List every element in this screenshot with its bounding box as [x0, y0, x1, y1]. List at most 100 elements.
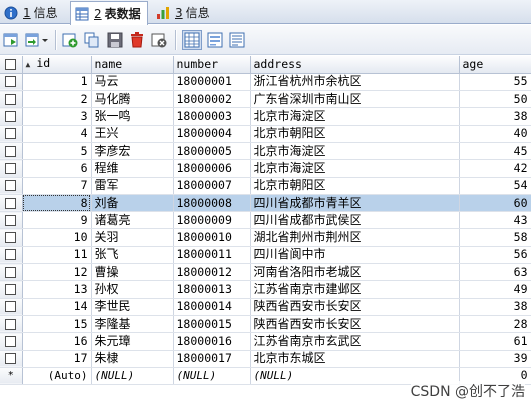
table-row[interactable]: 7 雷军 18000007 北京市朝阳区 54: [0, 177, 531, 195]
row-checkbox[interactable]: [0, 280, 23, 299]
cell-age[interactable]: 56: [459, 246, 531, 265]
cell-number[interactable]: 18000017: [173, 350, 251, 368]
cell-age[interactable]: 60: [459, 194, 531, 213]
grid-view-icon[interactable]: [182, 30, 202, 50]
cell-address[interactable]: 陕西省西安市长安区: [250, 315, 460, 334]
cell-name[interactable]: 张飞: [91, 246, 174, 265]
cell-age[interactable]: 61: [459, 332, 531, 351]
row-checkbox[interactable]: [0, 159, 23, 178]
cell-id[interactable]: 15: [22, 315, 92, 334]
add-row-icon[interactable]: [61, 31, 79, 49]
cell-id[interactable]: 8: [22, 194, 92, 213]
tab-info-2[interactable]: 3 信息: [152, 1, 216, 24]
cell-number[interactable]: 18000010: [173, 228, 251, 247]
cell-address[interactable]: 北京市海淀区: [250, 107, 460, 126]
cell-name[interactable]: 张一鸣: [91, 107, 174, 126]
cell-address[interactable]: 浙江省杭州市余杭区: [250, 73, 460, 92]
cell-number[interactable]: 18000011: [173, 246, 251, 265]
cell-id[interactable]: 5: [22, 142, 92, 161]
cell-name[interactable]: 程维: [91, 159, 174, 178]
column-header-name[interactable]: name: [91, 56, 174, 74]
row-checkbox[interactable]: [0, 142, 23, 161]
export-grid-icon[interactable]: [2, 31, 20, 49]
cell-age[interactable]: 38: [459, 107, 531, 126]
cell-number[interactable]: 18000015: [173, 315, 251, 334]
cell-address[interactable]: 北京市海淀区: [250, 159, 460, 178]
table-row[interactable]: 6 程维 18000006 北京市海淀区 42: [0, 159, 531, 178]
cell-age[interactable]: 43: [459, 211, 531, 230]
cell-name[interactable]: (NULL): [91, 367, 174, 386]
cell-id[interactable]: 2: [22, 90, 92, 109]
cell-number[interactable]: 18000003: [173, 107, 251, 126]
chevron-down-icon[interactable]: [40, 31, 50, 49]
table-row[interactable]: 11 张飞 18000011 四川省阆中市 56: [0, 246, 531, 265]
cell-age[interactable]: 49: [459, 280, 531, 299]
form-view-icon[interactable]: [206, 31, 224, 49]
row-checkbox[interactable]: [0, 332, 23, 351]
cell-number[interactable]: 18000016: [173, 332, 251, 351]
cell-address[interactable]: 北京市东城区: [250, 350, 460, 368]
cell-age[interactable]: 28: [459, 315, 531, 334]
cell-id[interactable]: 16: [22, 332, 92, 351]
tab-table-data[interactable]: 2 表数据: [70, 1, 148, 25]
cell-number[interactable]: 18000008: [173, 194, 251, 213]
row-checkbox[interactable]: [0, 228, 23, 247]
table-row[interactable]: 1 马云 18000001 浙江省杭州市余杭区 55: [0, 73, 531, 92]
cell-number[interactable]: (NULL): [173, 367, 251, 386]
table-row[interactable]: 17 朱棣 18000017 北京市东城区 39: [0, 350, 531, 368]
cell-id[interactable]: 12: [22, 263, 92, 282]
cell-name[interactable]: 李彦宏: [91, 142, 174, 161]
column-header-number[interactable]: number: [173, 56, 251, 74]
row-checkbox[interactable]: [0, 298, 23, 316]
cell-number[interactable]: 18000004: [173, 125, 251, 143]
cell-number[interactable]: 18000013: [173, 280, 251, 299]
cell-number[interactable]: 18000005: [173, 142, 251, 161]
text-view-icon[interactable]: [228, 31, 246, 49]
cell-id[interactable]: 3: [22, 107, 92, 126]
cell-id[interactable]: 7: [22, 177, 92, 195]
cell-name[interactable]: 朱棣: [91, 350, 174, 368]
cell-number[interactable]: 18000014: [173, 298, 251, 316]
select-all-checkbox[interactable]: [0, 56, 23, 74]
row-checkbox[interactable]: [0, 315, 23, 334]
cell-address[interactable]: 江苏省南京市建邺区: [250, 280, 460, 299]
cell-id[interactable]: 9: [22, 211, 92, 230]
cell-id[interactable]: (Auto): [22, 367, 92, 386]
row-checkbox[interactable]: [0, 246, 23, 265]
row-checkbox[interactable]: [0, 263, 23, 282]
cell-name[interactable]: 刘备: [91, 194, 174, 213]
cell-name[interactable]: 李世民: [91, 298, 174, 316]
cancel-icon[interactable]: [150, 31, 168, 49]
cell-id[interactable]: 11: [22, 246, 92, 265]
table-row[interactable]: 4 王兴 18000004 北京市朝阳区 40: [0, 125, 531, 143]
column-header-age[interactable]: age: [459, 56, 531, 74]
cell-address[interactable]: 广东省深圳市南山区: [250, 90, 460, 109]
row-checkbox[interactable]: [0, 211, 23, 230]
cell-name[interactable]: 王兴: [91, 125, 174, 143]
table-row[interactable]: 14 李世民 18000014 陕西省西安市长安区 38: [0, 298, 531, 316]
cell-number[interactable]: 18000012: [173, 263, 251, 282]
row-checkbox[interactable]: [0, 125, 23, 143]
column-header-address[interactable]: address: [250, 56, 460, 74]
cell-address[interactable]: 北京市朝阳区: [250, 177, 460, 195]
cell-id[interactable]: 4: [22, 125, 92, 143]
cell-name[interactable]: 马化腾: [91, 90, 174, 109]
cell-name[interactable]: 雷军: [91, 177, 174, 195]
table-row[interactable]: 8 刘备 18000008 四川省成都市青羊区 60: [0, 194, 531, 213]
table-row[interactable]: 3 张一鸣 18000003 北京市海淀区 38: [0, 107, 531, 126]
cell-age[interactable]: 50: [459, 90, 531, 109]
cell-age[interactable]: 42: [459, 159, 531, 178]
cell-name[interactable]: 曹操: [91, 263, 174, 282]
cell-name[interactable]: 马云: [91, 73, 174, 92]
table-row[interactable]: 13 孙权 18000013 江苏省南京市建邺区 49: [0, 280, 531, 299]
delete-icon[interactable]: [128, 31, 146, 49]
save-icon[interactable]: [106, 31, 124, 49]
cell-name[interactable]: 孙权: [91, 280, 174, 299]
row-checkbox[interactable]: [0, 177, 23, 195]
cell-id[interactable]: 10: [22, 228, 92, 247]
cell-number[interactable]: 18000002: [173, 90, 251, 109]
table-row[interactable]: 5 李彦宏 18000005 北京市海淀区 45: [0, 142, 531, 161]
cell-age[interactable]: 39: [459, 350, 531, 368]
cell-id[interactable]: 14: [22, 298, 92, 316]
cell-name[interactable]: 李隆基: [91, 315, 174, 334]
